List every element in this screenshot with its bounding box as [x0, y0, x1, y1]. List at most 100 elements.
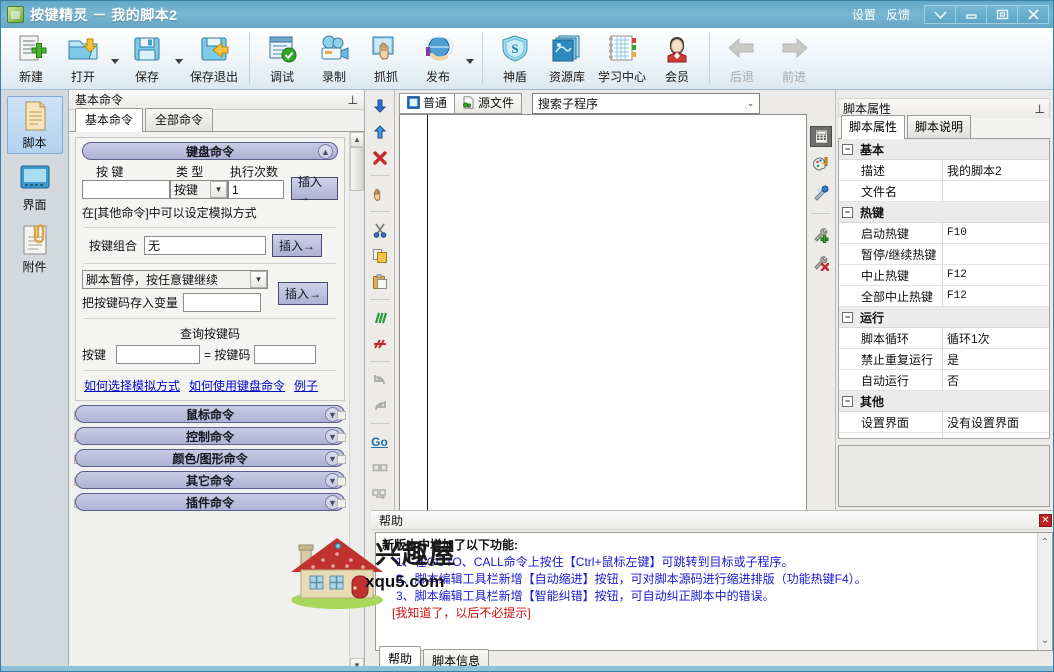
chevron-down-icon[interactable]: ▾ — [250, 271, 267, 288]
maximize-button[interactable] — [986, 5, 1018, 24]
calculator-icon[interactable] — [810, 126, 832, 147]
scroll-up-arrow[interactable]: ▲ — [350, 132, 364, 147]
settings-link[interactable]: 设置 — [847, 6, 881, 23]
chevron-down-circle-icon[interactable]: ▼ — [325, 407, 340, 422]
feedback-link[interactable]: 反馈 — [881, 6, 915, 23]
paste-icon[interactable] — [368, 270, 392, 293]
close-icon[interactable]: ✕ — [1039, 513, 1052, 527]
group-header-color[interactable]: 颜色/图形命令 ▼ — [75, 449, 345, 467]
redo-icon[interactable] — [368, 394, 392, 417]
query-key-input[interactable] — [116, 345, 200, 364]
link-how-to-use-keyboard-command[interactable]: 如何使用键盘命令 — [189, 377, 285, 394]
tab-all-commands[interactable]: 全部命令 — [145, 108, 214, 131]
property-value-stop-hotkey[interactable]: F12 — [943, 265, 1049, 285]
scroll-track[interactable] — [350, 147, 364, 658]
help-vertical-scrollbar[interactable]: ⌃ ⌄ — [1037, 533, 1052, 650]
table-row[interactable]: 设置界面 没有设置界面 — [839, 412, 1049, 433]
toolbar-caret-publish[interactable] — [464, 30, 476, 88]
store-var-input[interactable] — [183, 293, 262, 312]
toolbar-button-member[interactable]: 会员 — [651, 30, 703, 88]
scroll-thumb[interactable] — [350, 147, 364, 191]
group-header-mouse[interactable]: 鼠标命令 ▼ — [75, 405, 345, 423]
group-color-graphic-commands[interactable]: 颜色/图形命令 ▼ — [74, 449, 346, 467]
toolbar-button-record[interactable]: 录制 — [308, 30, 360, 88]
insert-combo-button[interactable]: 插入→ — [272, 234, 323, 257]
tab-script-description[interactable]: 脚本说明 — [907, 115, 972, 138]
key-combo-input[interactable] — [144, 236, 266, 255]
group-control-commands[interactable]: 控制命令 ▼ — [74, 427, 346, 445]
table-row[interactable]: 文件名 — [839, 181, 1049, 202]
property-value-settings-ui[interactable]: 没有设置界面 — [943, 412, 1049, 432]
property-value-start-hotkey[interactable]: F10 — [943, 223, 1049, 243]
table-row[interactable]: 脚本循环 循环1次 — [839, 328, 1049, 349]
property-value-stop-all-hotkey[interactable]: F12 — [943, 286, 1049, 306]
properties-grid[interactable]: − 基本 描述 我的脚本2 文件名 − 热键 启动热键 F10 暂停/继续热键 … — [838, 139, 1050, 439]
property-value-auto-run[interactable]: 否 — [943, 370, 1049, 390]
sidebar-item-attachment[interactable]: 附件 — [7, 220, 63, 278]
sidebar-item-interface[interactable]: 界面 — [7, 158, 63, 216]
find-replace-icon[interactable] — [368, 482, 392, 505]
copy-icon[interactable] — [368, 244, 392, 267]
chevron-up-icon[interactable]: ⌃ — [1041, 537, 1049, 548]
help-dismiss-link[interactable]: [我知道了，以后不必提示] — [382, 605, 1031, 622]
group-header-control[interactable]: 控制命令 ▼ — [75, 427, 345, 445]
tab-source-file[interactable]: 源文件 — [454, 92, 523, 114]
toolbar-button-shield[interactable]: S 神盾 — [489, 30, 541, 88]
table-row[interactable]: 暂停/继续热键 — [839, 244, 1049, 265]
chevron-down-circle-icon[interactable]: ▼ — [325, 451, 340, 466]
group-mouse-commands[interactable]: 鼠标命令 ▼ — [74, 405, 346, 423]
command-vertical-scrollbar[interactable]: ▲ ▼ — [349, 132, 364, 671]
chevron-down-icon[interactable]: ⌄ — [742, 94, 759, 113]
toolbar-button-learning[interactable]: 学习中心 — [593, 30, 651, 88]
table-row[interactable]: 禁止重复运行 是 — [839, 349, 1049, 370]
toolbar-button-new[interactable]: 新建 — [5, 30, 57, 88]
table-row[interactable]: 全部中止热键 F12 — [839, 286, 1049, 307]
color-palette-icon[interactable] — [810, 154, 832, 175]
goto-icon[interactable]: Go — [368, 430, 392, 453]
search-subroutine-combo[interactable]: 搜索子程序 ⌄ — [532, 92, 761, 114]
query-code-input[interactable] — [254, 345, 317, 364]
toolbar-button-back[interactable]: 后退 — [716, 30, 768, 88]
property-value-no-repeat[interactable]: 是 — [943, 349, 1049, 369]
chevron-down-circle-icon[interactable]: ▼ — [325, 473, 340, 488]
toolbar-button-debug[interactable]: 调试 — [256, 30, 308, 88]
tab-normal-view[interactable]: 普通 — [399, 92, 456, 114]
collapse-toggle-icon[interactable]: − — [842, 395, 853, 407]
property-value-pause-hotkey[interactable] — [943, 244, 1049, 264]
link-how-to-choose-simulation[interactable]: 如何选择模拟方式 — [84, 377, 180, 394]
link-examples[interactable]: 例子 — [294, 377, 318, 394]
property-value-loop[interactable]: 循环1次 — [943, 328, 1049, 348]
remove-tool-icon[interactable] — [810, 252, 832, 273]
chevron-down-icon[interactable]: ▾ — [210, 181, 227, 198]
undo-icon[interactable] — [368, 368, 392, 391]
insert-pause-button[interactable]: 插入→ — [278, 282, 329, 305]
toolbar-button-grab[interactable]: 抓抓 — [360, 30, 412, 88]
dropdown-button[interactable] — [924, 5, 956, 24]
cut-scissors-icon[interactable] — [368, 218, 392, 241]
pin-icon[interactable]: ⊥ — [1035, 102, 1045, 116]
collapse-toggle-icon[interactable]: − — [842, 206, 853, 218]
property-group-other[interactable]: − 其他 — [839, 391, 1049, 412]
group-header-other[interactable]: 其它命令 ▼ — [75, 471, 345, 489]
toolbar-button-resource[interactable]: 资源库 — [541, 30, 593, 88]
comment-icon[interactable] — [368, 306, 392, 329]
toolbar-caret-open[interactable] — [109, 30, 121, 88]
keyboard-command-header[interactable]: 键盘命令 ▲ — [82, 142, 338, 160]
uncomment-icon[interactable] — [368, 332, 392, 355]
pin-icon[interactable]: ⊥ — [348, 93, 358, 107]
close-button[interactable] — [1017, 5, 1049, 24]
group-plugin-commands[interactable]: 插件命令 ▼ — [74, 493, 346, 511]
table-row[interactable]: 中止热键 F12 — [839, 265, 1049, 286]
property-value-filename[interactable] — [943, 181, 1049, 201]
magic-wand-icon[interactable] — [810, 182, 832, 203]
tab-script-properties[interactable]: 脚本属性 — [841, 115, 906, 139]
delete-x-icon[interactable] — [368, 146, 392, 169]
chevron-down-circle-icon[interactable]: ▼ — [325, 495, 340, 510]
type-combo[interactable]: 按键 ▾ — [170, 180, 228, 199]
pause-mode-combo[interactable]: 脚本暂停，按任意键继续 ▾ — [82, 270, 268, 289]
table-row[interactable]: 自动运行 否 — [839, 370, 1049, 391]
collapse-toggle-icon[interactable]: − — [842, 311, 853, 323]
key-input[interactable] — [82, 180, 170, 199]
insert-key-button[interactable]: 插入→ — [290, 175, 338, 204]
toolbar-button-save[interactable]: 保存 — [121, 30, 173, 88]
